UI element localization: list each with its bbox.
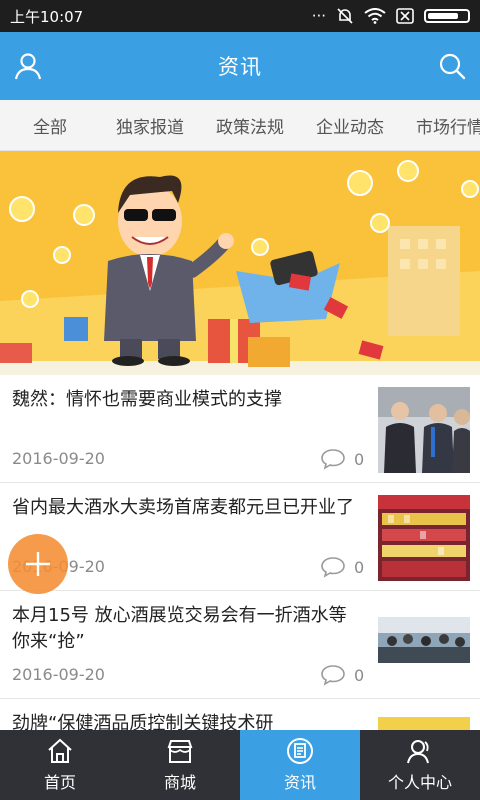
nav-news[interactable]: 资讯 xyxy=(240,730,360,800)
news-list: 魏然：情怀也需要商业模式的支撑 2016-09-20 0 省内最大酒水大卖场首席… xyxy=(0,375,480,730)
nav-home[interactable]: 首页 xyxy=(0,730,120,800)
comment-count-value: 0 xyxy=(354,557,365,577)
category-tabs: 全部 独家报道 政策法规 企业动态 市场行情 xyxy=(0,100,480,151)
status-icons: ··· xyxy=(312,7,470,25)
news-icon xyxy=(287,738,313,764)
news-title: 本月15号 放心酒展览交易会有一折酒水等你来“抢” xyxy=(12,605,347,652)
comment-count-value: 0 xyxy=(354,665,365,685)
user-icon[interactable] xyxy=(12,50,44,82)
promo-banner[interactable] xyxy=(0,151,480,375)
home-icon xyxy=(48,738,72,763)
app-header: 资讯 xyxy=(0,32,480,100)
comment-count-value: 0 xyxy=(354,449,365,469)
status-bar: 上午10:07 ··· xyxy=(0,0,480,32)
battery-icon xyxy=(424,9,470,23)
nav-store[interactable]: 商城 xyxy=(120,730,240,800)
no-sim-icon xyxy=(396,8,414,24)
bottom-nav: 首页 商城 资讯 个人中心 xyxy=(0,730,480,800)
store-icon xyxy=(167,740,193,763)
comment-count: 0 xyxy=(320,448,364,470)
nav-profile[interactable]: 个人中心 xyxy=(360,730,480,800)
comment-count: 0 xyxy=(320,556,364,578)
news-title: 劲牌“保健酒品质控制关键技术研 xyxy=(12,713,274,730)
nav-label: 首页 xyxy=(43,773,76,792)
comment-icon xyxy=(321,557,345,578)
nav-label: 个人中心 xyxy=(387,773,452,792)
tab-exclusive[interactable]: 独家报道 xyxy=(100,113,200,138)
news-title: 省内最大酒水大卖场首席麦都元旦已开业了 xyxy=(12,497,354,518)
comment-icon xyxy=(321,665,345,686)
comment-count: 0 xyxy=(320,664,364,686)
news-thumbnail xyxy=(378,387,470,473)
tab-policy[interactable]: 政策法规 xyxy=(200,113,300,138)
search-icon[interactable] xyxy=(436,50,468,82)
news-thumbnail xyxy=(378,717,470,730)
comment-icon xyxy=(321,449,345,470)
mute-bell-icon xyxy=(337,8,353,24)
news-item[interactable]: 劲牌“保健酒品质控制关键技术研 xyxy=(0,699,480,730)
tab-company-news[interactable]: 企业动态 xyxy=(300,113,400,138)
tab-market[interactable]: 市场行情 xyxy=(400,113,480,138)
nav-label: 商城 xyxy=(163,773,196,792)
status-time: 上午10:07 xyxy=(10,7,84,26)
banner-illustration xyxy=(0,151,480,375)
news-title: 魏然：情怀也需要商业模式的支撑 xyxy=(12,389,282,410)
add-floating-button[interactable] xyxy=(8,534,68,594)
news-item[interactable]: 魏然：情怀也需要商业模式的支撑 2016-09-20 0 xyxy=(0,375,480,483)
news-item[interactable]: 本月15号 放心酒展览交易会有一折酒水等你来“抢” 2016-09-20 0 xyxy=(0,591,480,699)
page-title: 资讯 xyxy=(218,55,262,79)
plus-icon xyxy=(26,552,50,576)
news-thumbnail xyxy=(378,617,470,663)
news-item[interactable]: 省内最大酒水大卖场首席麦都元旦已开业了 2016-09-20 0 xyxy=(0,483,480,591)
news-date: 2016-09-20 xyxy=(12,665,105,684)
nav-label: 资讯 xyxy=(283,773,316,792)
wifi-icon xyxy=(364,8,386,24)
tab-all[interactable]: 全部 xyxy=(0,113,100,138)
news-date: 2016-09-20 xyxy=(12,449,105,468)
more-dots-icon: ··· xyxy=(311,7,326,25)
user-icon xyxy=(407,740,429,764)
news-thumbnail xyxy=(378,495,470,581)
